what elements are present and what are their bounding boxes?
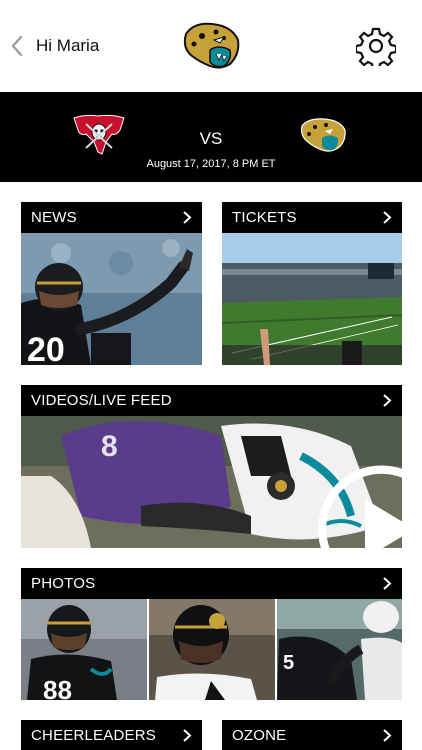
cheerleaders-header[interactable]: CHEERLEADERS [21,720,202,750]
svg-text:8: 8 [101,430,118,463]
ozone-card[interactable]: OZONE [222,720,402,750]
jaguars-logo [183,22,240,69]
photos-title: PHOTOS [31,575,96,592]
videos-title: VIDEOS/LIVE FEED [31,392,172,409]
photos-card[interactable]: PHOTOS 88 5 [21,568,402,700]
cheerleaders-card[interactable]: CHEERLEADERS [21,720,202,750]
tickets-title: TICKETS [232,209,297,226]
ozone-title: OZONE [232,727,287,744]
svg-text:20: 20 [27,331,65,365]
svg-text:5: 5 [283,652,294,674]
matchup-banner[interactable]: VS August 17, 2017, 8 PM ET [0,92,422,182]
app-header: Hi Maria [0,0,422,92]
svg-text:88: 88 [43,675,72,700]
vs-label: VS [199,129,223,148]
tickets-card[interactable]: TICKETS [222,202,402,365]
tickets-header[interactable]: TICKETS [222,202,402,233]
cheerleaders-title: CHEERLEADERS [31,727,156,744]
chevron-left-icon[interactable] [8,33,26,59]
news-card[interactable]: NEWS 20 [21,202,202,365]
chevron-right-icon [383,577,392,590]
videos-header[interactable]: VIDEOS/LIVE FEED [21,385,402,416]
news-header[interactable]: NEWS [21,202,202,233]
chevron-right-icon [183,211,192,224]
tickets-image [222,233,402,365]
play-icon[interactable] [191,463,402,548]
videos-image: 8 [21,416,402,548]
videos-card[interactable]: VIDEOS/LIVE FEED 8 [21,385,402,548]
photos-header[interactable]: PHOTOS [21,568,402,599]
news-image: 20 [21,233,202,365]
ozone-header[interactable]: OZONE [222,720,402,750]
news-title: NEWS [31,209,77,226]
greeting-text: Hi Maria [36,36,100,55]
photos-image: 88 5 [21,599,402,700]
jaguars-logo-small [301,118,346,152]
game-date: August 17, 2017, 8 PM ET [146,158,276,170]
chevron-right-icon [383,394,392,407]
chevron-right-icon [383,729,392,742]
chevron-right-icon [383,211,392,224]
gear-icon[interactable] [356,26,396,66]
chevron-right-icon [183,729,192,742]
